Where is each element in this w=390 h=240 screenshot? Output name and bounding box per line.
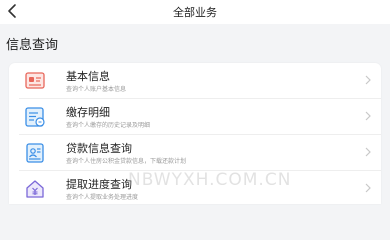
item-desc: 查询个人账户基本信息: [66, 86, 127, 93]
chevron-right-icon: [365, 111, 371, 121]
navbar: 全部业务: [0, 0, 390, 24]
item-title: 贷款信息查询: [66, 142, 132, 155]
item-title: 基本信息: [66, 70, 110, 83]
document-list-icon: [25, 107, 45, 127]
chevron-right-icon: [365, 75, 371, 85]
list-item-withdraw-progress[interactable]: 提取进度查询 查询个人提取业务处理进度: [9, 171, 381, 206]
chevron-right-icon: [365, 147, 371, 157]
id-card-icon: [25, 72, 45, 89]
page-title: 全部业务: [173, 6, 217, 19]
loan-document-icon: [26, 143, 44, 163]
list-item-loan-info[interactable]: 贷款信息查询 查询个人住房公积金贷款信息，下载还款计划: [9, 135, 381, 170]
item-desc: 查询个人缴存的历史记录及明细: [66, 122, 151, 129]
item-desc: 查询个人住房公积金贷款信息，下载还款计划: [66, 158, 187, 165]
item-title: 提取进度查询: [66, 178, 132, 191]
service-list: 基本信息 查询个人账户基本信息 缴存明细 查询个人缴存的历史记录及明细 贷款信息…: [9, 63, 381, 204]
list-item-basic-info[interactable]: 基本信息 查询个人账户基本信息: [9, 63, 381, 98]
section-title: 信息查询: [6, 38, 59, 53]
item-desc: 查询个人提取业务处理进度: [66, 194, 139, 201]
item-title: 缴存明细: [66, 106, 110, 119]
house-yen-icon: [26, 180, 44, 198]
chevron-right-icon: [365, 183, 371, 193]
list-item-deposit-detail[interactable]: 缴存明细 查询个人缴存的历史记录及明细: [9, 99, 381, 134]
